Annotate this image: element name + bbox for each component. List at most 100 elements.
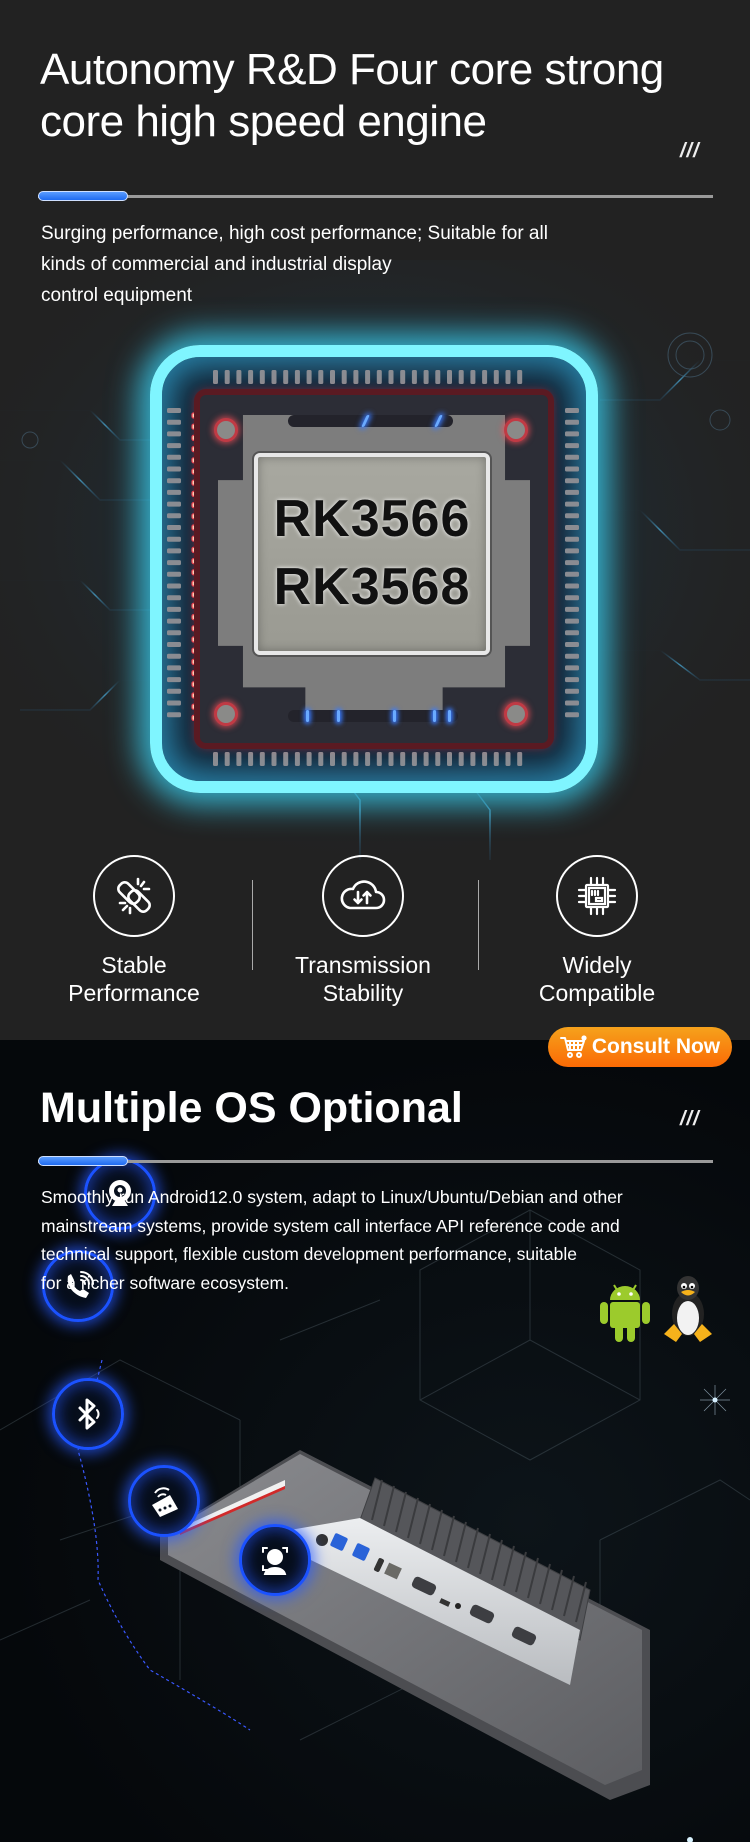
section-description: Surging performance, high cost performan… [41, 218, 641, 311]
chip-lead [365, 370, 371, 384]
title-divider [38, 1156, 713, 1166]
chip-lead [505, 370, 511, 384]
chip-lead [565, 595, 579, 601]
chip-lead [167, 642, 181, 647]
section-description: Smoothly run Android12.0 system, adapt t… [41, 1183, 681, 1297]
feature-icon-ring [556, 855, 638, 937]
chip-lead [167, 443, 181, 449]
chip-lead [565, 419, 579, 425]
chip-icon [577, 876, 617, 916]
feature-label: Stable Performance [24, 951, 244, 1007]
chip-lead [271, 752, 277, 766]
chip-lead [565, 700, 579, 706]
chip-model-label: RK3566 [273, 490, 471, 548]
chip-lead [167, 419, 181, 425]
chip-lead [341, 752, 347, 766]
chip-lead [167, 595, 181, 601]
chip-lead [435, 370, 441, 384]
chip-lead [388, 370, 394, 384]
description-line: for a richer software ecosystem. [41, 1272, 289, 1293]
chip-lead [330, 752, 335, 766]
chip-lead [376, 752, 382, 766]
chip-lead [167, 525, 181, 530]
description-line: Smoothly run Android12.0 system, adapt t… [41, 1187, 623, 1207]
chip-lead [565, 501, 579, 507]
chip-lead [167, 478, 181, 484]
chip-lead [167, 571, 181, 577]
chip-lead [435, 752, 441, 766]
chip-lead [259, 370, 265, 384]
panel-pc-image [160, 1450, 650, 1800]
chip-lead [565, 560, 579, 566]
chip-lead [517, 370, 523, 384]
feature-widely-compatible: Widely Compatible [487, 855, 707, 1007]
title-divider [38, 191, 713, 201]
chip-lead [318, 370, 324, 384]
chip-lead [565, 489, 579, 495]
chip-lead [167, 513, 181, 519]
chip-lead [411, 370, 417, 384]
feature-label-line: Transmission [295, 952, 431, 978]
chip-screw [504, 418, 528, 442]
chip-lead [167, 501, 181, 507]
decorative-slashes: /// [680, 140, 700, 162]
feature-transmission-stability: Transmission Stability [253, 855, 473, 1007]
led-indicator [337, 710, 340, 722]
description-line: technical support, flexible custom devel… [41, 1244, 577, 1264]
chip-lead [565, 548, 579, 554]
chip-lead [565, 466, 579, 472]
chip-lead [306, 370, 312, 384]
section-title: Multiple OS Optional [40, 1084, 463, 1132]
chip-lead [167, 700, 181, 706]
chip-lead [167, 665, 181, 671]
chip-lead [224, 752, 230, 766]
chip-lead [167, 630, 181, 636]
feature-icon-ring [322, 855, 404, 937]
chip-lead [565, 606, 579, 612]
chip-lead [330, 370, 335, 384]
chip-lead [565, 665, 579, 671]
chip-lead [565, 677, 579, 683]
chip-lead [271, 370, 277, 384]
chip-lead [167, 583, 181, 589]
consult-now-label: Consult Now [591, 1035, 721, 1058]
face-recognition-icon [262, 1547, 288, 1575]
chip-lead [248, 370, 254, 384]
chip-lead [470, 752, 476, 766]
chip-lead [167, 489, 181, 495]
chip-lead [248, 752, 254, 766]
chip-lead [167, 688, 181, 694]
description-line: Surging performance, high cost performan… [41, 223, 548, 244]
chip-lead [167, 712, 181, 718]
consult-now-button[interactable]: Consult Now [548, 1027, 732, 1067]
chip-lead [283, 752, 289, 766]
chip-lead [565, 443, 579, 449]
chip-lead [565, 653, 579, 659]
chip-lead [167, 653, 181, 659]
chip-lead [565, 536, 579, 542]
decorative-slashes: /// [680, 1108, 700, 1130]
description-line: mainstream systems, provide system call … [41, 1215, 620, 1236]
chip-lead [224, 370, 230, 384]
chip-lead [565, 630, 579, 636]
bluetooth-feature [52, 1378, 124, 1450]
chip-lead [565, 525, 579, 530]
chip-lead [167, 536, 181, 542]
router-feature [128, 1465, 200, 1537]
chip-lead [167, 431, 181, 437]
chip-lead [294, 370, 300, 384]
feature-label-line: Widely [562, 952, 632, 978]
chip-lead [365, 752, 371, 766]
shopping-cart-icon [559, 1035, 587, 1058]
led-indicator [433, 710, 436, 722]
chip-lead [167, 408, 181, 413]
feature-label: Widely Compatible [487, 951, 707, 1007]
chip-lead [565, 513, 579, 519]
chip-lead [505, 752, 511, 766]
chip-lead [388, 752, 394, 766]
chip-lead [167, 466, 181, 472]
chip-lead [482, 370, 488, 384]
chip-lead [565, 688, 579, 694]
chip-lead [458, 370, 464, 384]
section-title: Autonomy R&D Four core strong core high s… [40, 44, 720, 148]
